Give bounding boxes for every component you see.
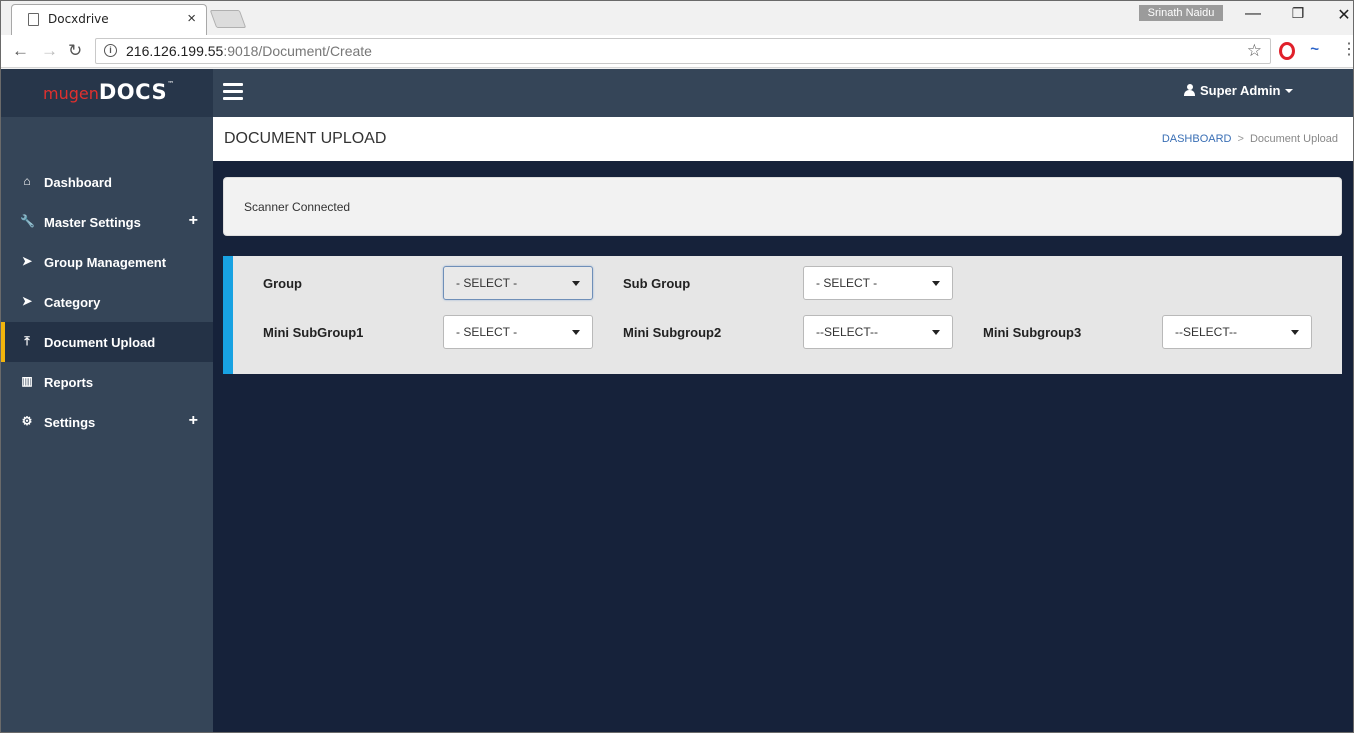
sidebar-item-label: Document Upload — [44, 335, 156, 350]
sidebar-item-document-upload[interactable]: ⤒ Document Upload — [1, 322, 213, 362]
sidebar-item-label: Reports — [44, 375, 94, 390]
sidebar-item-label: Category — [44, 295, 101, 310]
sidebar-item-master-settings[interactable]: 🔧 Master Settings + — [1, 202, 213, 242]
extension-wave-icon[interactable]: ~ — [1310, 41, 1319, 58]
mini-subgroup2-select[interactable]: --SELECT-- — [803, 315, 953, 349]
menu-toggle-icon[interactable] — [223, 83, 243, 101]
page-header: DOCUMENT UPLOAD DASHBOARD > Document Uploa… — [213, 117, 1353, 161]
send-icon: ➤ — [21, 254, 33, 268]
opera-extension-icon[interactable] — [1279, 42, 1295, 60]
bookmark-star-icon[interactable]: ☆ — [1247, 41, 1262, 61]
page-title: DOCUMENT UPLOAD — [224, 130, 387, 147]
browser-tab[interactable]: Docxdrive × — [11, 4, 207, 35]
restore-icon[interactable]: ❐ — [1286, 5, 1310, 22]
sidebar-item-dashboard[interactable]: ⌂ Dashboard — [1, 162, 213, 202]
browser-menu-icon[interactable]: ⋮ — [1341, 39, 1353, 59]
expand-plus-icon[interactable]: + — [189, 412, 198, 430]
document-upload-form: Group - SELECT - Sub Group - SELECT - Mi… — [223, 256, 1342, 374]
sidebar-item-label: Settings — [44, 415, 96, 430]
sidebar-item-label: Group Management — [44, 255, 167, 270]
expand-plus-icon[interactable]: + — [189, 212, 198, 230]
sidebar-item-label: Dashboard — [44, 175, 112, 190]
window-close-icon[interactable]: ✕ — [1332, 5, 1353, 25]
breadcrumb-separator: > — [1237, 133, 1244, 145]
sidebar-item-group-management[interactable]: ➤ Group Management — [1, 242, 213, 282]
browser-window: Docxdrive × Srinath Naidu — ❐ ✕ ← → ↻ i … — [0, 0, 1354, 733]
tab-close-icon[interactable]: × — [187, 10, 196, 27]
new-tab-button[interactable] — [209, 10, 247, 28]
breadcrumb: DASHBOARD > Document Upload — [1162, 133, 1338, 145]
address-bar[interactable]: i 216.126.199.55:9018/Document/Create ☆ — [95, 38, 1271, 64]
sidebar-item-label: Master Settings — [44, 215, 141, 230]
tab-strip: Docxdrive × Srinath Naidu — ❐ ✕ — [1, 1, 1353, 35]
group-select[interactable]: - SELECT - — [443, 266, 593, 300]
site-info-icon[interactable]: i — [104, 44, 117, 57]
send-icon: ➤ — [21, 294, 33, 308]
url-text: 216.126.199.55:9018/Document/Create — [126, 43, 372, 59]
bar-chart-icon: ▥ — [21, 374, 33, 388]
back-arrow-icon[interactable]: ← — [12, 41, 29, 61]
gear-icon: ⚙ — [21, 414, 33, 428]
profile-name-badge[interactable]: Srinath Naidu — [1139, 5, 1223, 21]
brand-bar: mugenDOCS™ — [1, 69, 213, 117]
sub-group-select[interactable]: - SELECT - — [803, 266, 953, 300]
mini-subgroup1-label: Mini SubGroup1 — [263, 325, 364, 340]
upload-icon: ⤒ — [24, 334, 30, 348]
sidebar-menu: ⌂ Dashboard 🔧 Master Settings + ➤ Group Manage… — [1, 162, 213, 442]
page-icon — [28, 13, 39, 26]
top-navbar: Super Admin — [213, 69, 1353, 117]
mini-subgroup3-select[interactable]: --SELECT-- — [1162, 315, 1312, 349]
dropdown-caret-icon — [572, 281, 580, 286]
tab-title: Docxdrive — [48, 12, 109, 26]
minimize-icon[interactable]: — — [1241, 5, 1265, 23]
mini-subgroup1-select[interactable]: - SELECT - — [443, 315, 593, 349]
sidebar-item-reports[interactable]: ▥ Reports — [1, 362, 213, 402]
dropdown-caret-icon — [572, 330, 580, 335]
forward-arrow-icon[interactable]: → — [41, 41, 58, 61]
reload-icon[interactable]: ↻ — [68, 41, 82, 61]
caret-down-icon — [1285, 89, 1294, 93]
wrench-icon: 🔧 — [20, 214, 35, 228]
dropdown-caret-icon — [932, 281, 940, 286]
breadcrumb-dashboard-link[interactable]: DASHBOARD — [1162, 133, 1232, 145]
dropdown-caret-icon — [1291, 330, 1299, 335]
user-name: Super Admin — [1200, 83, 1281, 98]
mini-subgroup2-label: Mini Subgroup2 — [623, 325, 722, 340]
sidebar-item-category[interactable]: ➤ Category — [1, 282, 213, 322]
app-root: mugenDOCS™ ⌂ Dashboard 🔧 Master Settings + ➤ G… — [1, 69, 1353, 732]
sidebar-item-settings[interactable]: ⚙ Settings + — [1, 402, 213, 442]
breadcrumb-current: Document Upload — [1249, 133, 1338, 145]
dropdown-caret-icon — [932, 330, 940, 335]
sidebar: mugenDOCS™ ⌂ Dashboard 🔧 Master Settings + ➤ G… — [1, 69, 213, 732]
user-menu[interactable]: Super Admin — [1184, 83, 1294, 98]
app-logo[interactable]: mugenDOCS™ — [43, 80, 174, 104]
user-icon — [1184, 84, 1195, 96]
home-icon: ⌂ — [23, 174, 31, 188]
scanner-status-text: Scanner Connected — [244, 200, 351, 214]
browser-toolbar: ← → ↻ i 216.126.199.55:9018/Document/Cre… — [1, 35, 1353, 68]
mini-subgroup3-label: Mini Subgroup3 — [983, 325, 1082, 340]
scanner-status-box: Scanner Connected — [223, 177, 1342, 236]
sub-group-label: Sub Group — [623, 276, 691, 291]
group-label: Group — [263, 276, 302, 291]
